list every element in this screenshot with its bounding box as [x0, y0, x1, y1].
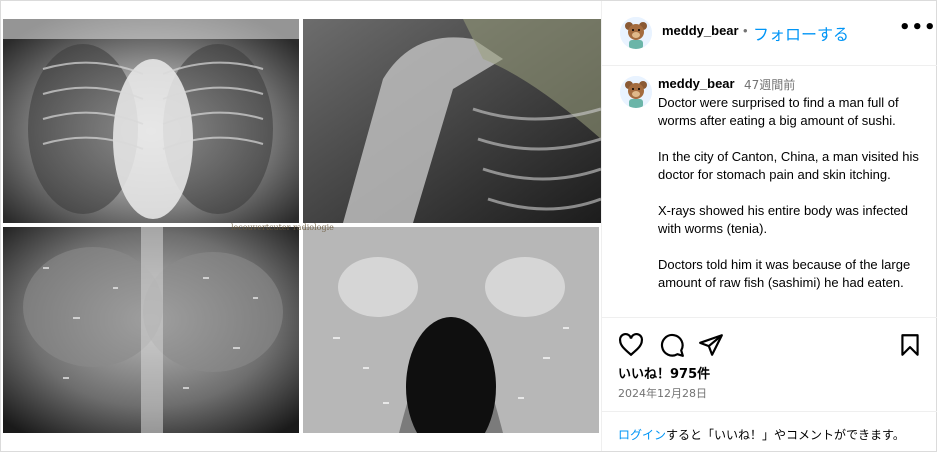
avatar[interactable]	[620, 17, 652, 49]
bookmark-icon[interactable]	[897, 332, 923, 358]
login-link[interactable]: ログイン	[618, 428, 666, 442]
caption-text: Doctor were surprised to find a man full…	[658, 95, 919, 290]
xray-abdomen-image	[3, 227, 299, 433]
follow-button[interactable]: フォローする	[753, 21, 849, 45]
share-icon[interactable]	[698, 332, 724, 358]
caption-timestamp[interactable]: 47週間前	[744, 76, 795, 93]
xray-chest-image	[3, 19, 299, 223]
login-prompt-rest: すると「いいね！」やコメントができます。	[666, 428, 905, 442]
caption-avatar[interactable]	[620, 76, 652, 108]
post-side-panel: meddy_bear • フォローする ••• meddy_bear 47週間前…	[601, 1, 937, 451]
separator-dot: •	[743, 23, 748, 38]
post-header: meddy_bear • フォローする •••	[602, 1, 937, 66]
header-username[interactable]: meddy_bear	[662, 23, 739, 38]
likes-count[interactable]: いいね！975件	[618, 363, 710, 382]
login-prompt: ログインすると「いいね！」やコメントができます。	[602, 411, 937, 452]
comment-icon[interactable]	[659, 332, 685, 358]
xray-pelvis-image	[303, 227, 599, 433]
image-watermark: lecouvertcuter radiologie	[231, 223, 334, 232]
post-image[interactable]: lecouvertcuter radiologie	[1, 1, 601, 451]
caption-section: meddy_bear 47週間前 Doctor were surprised t…	[602, 66, 937, 316]
post-dialog: lecouvertcuter radiologie meddy_bear • フ…	[0, 0, 937, 452]
more-icon[interactable]: •••	[899, 17, 937, 38]
login-prompt-text: ログインすると「いいね！」やコメントができます。	[618, 426, 905, 443]
xray-shoulder-image	[303, 19, 601, 223]
caption-username[interactable]: meddy_bear	[658, 76, 735, 91]
post-date[interactable]: 2024年12月28日	[618, 385, 707, 401]
heart-icon[interactable]	[618, 332, 644, 358]
